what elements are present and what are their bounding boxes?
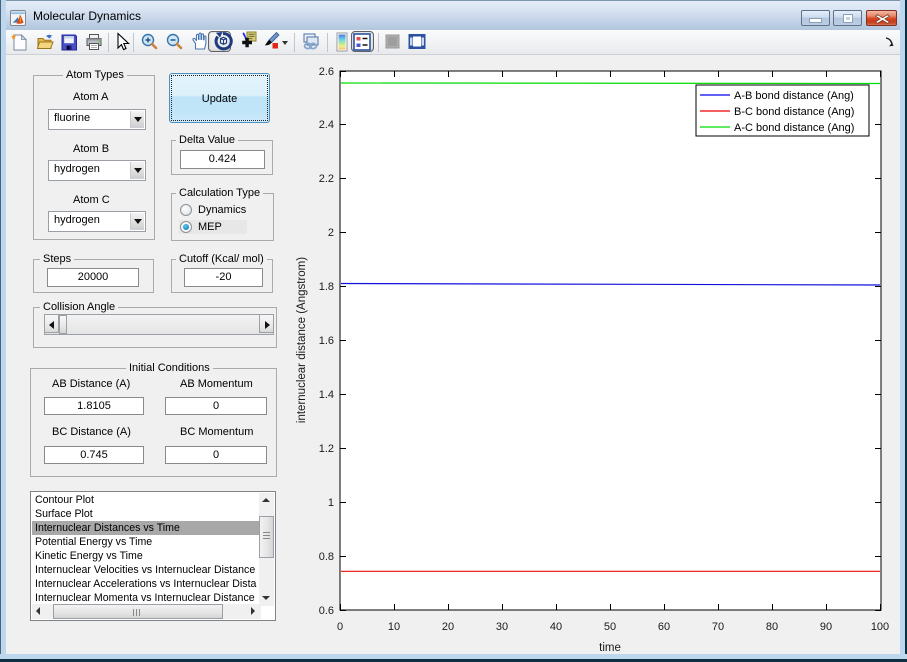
- svg-text:internuclear distance (Angstro: internuclear distance (Angstrom): [296, 257, 308, 423]
- svg-text:20: 20: [442, 621, 454, 633]
- svg-text:60: 60: [658, 621, 670, 633]
- svg-text:0.6: 0.6: [319, 605, 334, 617]
- svg-text:70: 70: [712, 621, 724, 633]
- svg-text:2.6: 2.6: [319, 66, 334, 78]
- svg-text:1: 1: [328, 497, 334, 509]
- svg-text:100: 100: [871, 621, 889, 633]
- svg-text:2.2: 2.2: [319, 173, 334, 185]
- svg-text:1.8: 1.8: [319, 281, 334, 293]
- svg-text:90: 90: [820, 621, 832, 633]
- svg-text:0: 0: [337, 621, 343, 633]
- svg-text:50: 50: [604, 621, 616, 633]
- svg-text:A-C bond distance (Ang): A-C bond distance (Ang): [734, 122, 854, 134]
- svg-text:10: 10: [388, 621, 400, 633]
- svg-text:time: time: [599, 642, 621, 654]
- svg-text:30: 30: [496, 621, 508, 633]
- svg-text:1.4: 1.4: [319, 389, 334, 401]
- svg-text:2.4: 2.4: [319, 119, 334, 131]
- svg-text:1.6: 1.6: [319, 335, 334, 347]
- svg-text:0.8: 0.8: [319, 551, 334, 563]
- svg-text:A-B bond distance (Ang): A-B bond distance (Ang): [734, 90, 854, 102]
- svg-text:2: 2: [328, 227, 334, 239]
- svg-text:B-C bond distance (Ang): B-C bond distance (Ang): [734, 106, 854, 118]
- svg-text:40: 40: [550, 621, 562, 633]
- svg-text:80: 80: [766, 621, 778, 633]
- svg-text:1.2: 1.2: [319, 443, 334, 455]
